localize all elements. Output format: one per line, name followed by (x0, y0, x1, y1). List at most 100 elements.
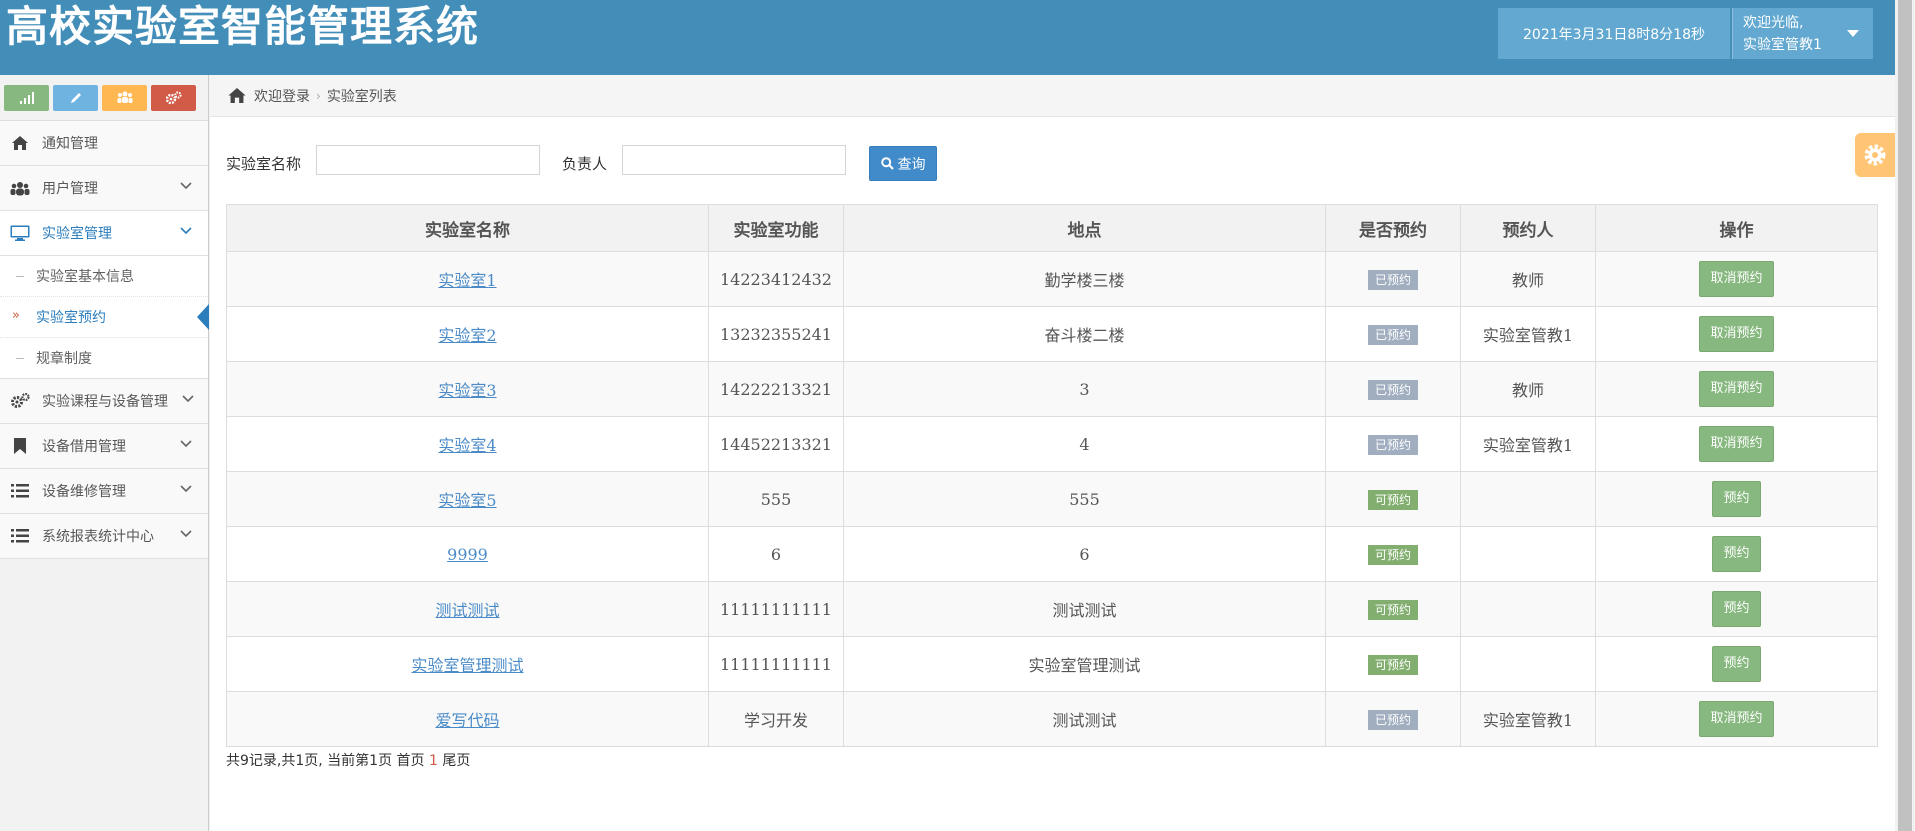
sidebar-item-label: 设备维修管理 (42, 484, 126, 500)
cell-name: 实验室4 (226, 416, 709, 472)
sidebar-item-notices[interactable]: 通知管理 (0, 121, 208, 166)
breadcrumb-home-link[interactable]: 欢迎登录 (254, 86, 310, 106)
cell-booker: 教师 (1460, 361, 1596, 417)
gear-icon (1864, 144, 1886, 166)
cell-name: 实验室3 (226, 361, 709, 417)
owner-label: 负责人 (562, 155, 608, 173)
status-badge: 已预约 (1367, 379, 1418, 400)
status-badge: 已预约 (1367, 709, 1418, 730)
cell-action: 取消预约 (1595, 691, 1878, 747)
cell-function: 6 (708, 526, 844, 582)
cancel-booking-button[interactable]: 取消预约 (1699, 371, 1774, 407)
column-header-function: 实验室功能 (708, 204, 844, 252)
lab-name-link[interactable]: 实验室4 (438, 436, 496, 455)
cell-status: 可预约 (1325, 581, 1461, 637)
cell-function: 14223412432 (708, 251, 844, 307)
user-name: 实验室管教1 (1743, 37, 1822, 53)
owner-input[interactable] (622, 145, 846, 175)
desktop-icon (10, 225, 30, 241)
chevron-down-icon (180, 440, 192, 448)
sidebar-subitem-rules[interactable]: 规章制度 (0, 337, 208, 378)
cell-name: 实验室管理测试 (226, 636, 709, 692)
cancel-booking-button[interactable]: 取消预约 (1699, 261, 1774, 297)
cancel-booking-button[interactable]: 取消预约 (1699, 426, 1774, 462)
status-badge: 可预约 (1367, 599, 1418, 620)
user-menu-toggle[interactable]: 欢迎光临, 实验室管教1 (1732, 8, 1873, 59)
cancel-booking-button[interactable]: 取消预约 (1699, 701, 1774, 737)
table-row: 9999 6 6 可预约 预约 (226, 526, 1878, 582)
sidebar-subitem-lab-info[interactable]: 实验室基本信息 (0, 256, 208, 296)
lab-name-link[interactable]: 9999 (447, 545, 488, 564)
column-header-name: 实验室名称 (226, 204, 709, 252)
search-icon (880, 157, 894, 170)
sidebar-item-labs[interactable]: 实验室管理 (0, 211, 208, 256)
cell-action: 取消预约 (1595, 361, 1878, 417)
table-row: 实验室1 14223412432 勤学楼三楼 已预约 教师 取消预约 (226, 251, 1878, 307)
book-button[interactable]: 预约 (1712, 536, 1761, 572)
lab-name-link[interactable]: 实验室管理测试 (411, 656, 523, 675)
sidebar-item-reports[interactable]: 系统报表统计中心 (0, 514, 208, 559)
status-badge: 已预约 (1367, 324, 1418, 345)
chevron-down-icon (180, 485, 192, 493)
sidebar-item-equipment-borrow[interactable]: 设备借用管理 (0, 424, 208, 469)
cell-name: 实验室5 (226, 471, 709, 527)
lab-name-link[interactable]: 测试测试 (435, 601, 499, 620)
book-button[interactable]: 预约 (1712, 646, 1761, 682)
clock-display: 2021年3月31日8时8分18秒 (1498, 8, 1730, 59)
cell-action: 取消预约 (1595, 251, 1878, 307)
cell-name: 测试测试 (226, 581, 709, 637)
shortcut-button-pencil[interactable] (53, 84, 98, 111)
pagination: 共9记录,共1页, 当前第1页 首页 1 尾页 (226, 750, 470, 770)
book-button[interactable]: 预约 (1712, 591, 1761, 627)
page-link-last[interactable]: 尾页 (442, 753, 470, 769)
column-header-location: 地点 (843, 204, 1326, 252)
column-header-booker: 预约人 (1460, 204, 1596, 252)
cell-booker (1460, 471, 1596, 527)
sidebar-item-label: 实验室管理 (42, 226, 112, 242)
caret-down-icon (1847, 30, 1859, 37)
table-header-row: 实验室名称 实验室功能 地点 是否预约 预约人 操作 (226, 204, 1878, 252)
chevron-down-icon (180, 182, 192, 190)
lab-name-input[interactable] (316, 145, 540, 175)
double-angle-right-icon: » (12, 308, 20, 323)
cell-action: 预约 (1595, 636, 1878, 692)
sidebar-item-equipment-repair[interactable]: 设备维修管理 (0, 469, 208, 514)
active-pointer (197, 304, 209, 330)
status-badge: 已预约 (1367, 269, 1418, 290)
tree-dash (16, 276, 24, 277)
book-button[interactable]: 预约 (1712, 481, 1761, 517)
group-icon (117, 91, 132, 103)
cell-booker: 实验室管教1 (1460, 691, 1596, 747)
page-link-current[interactable]: 1 (429, 753, 438, 769)
cell-action: 取消预约 (1595, 416, 1878, 472)
users-icon (10, 181, 30, 196)
cell-location: 勤学楼三楼 (843, 251, 1326, 307)
sidebar-subitem-lab-booking[interactable]: » 实验室预约 (0, 296, 209, 337)
lab-name-link[interactable]: 实验室1 (438, 271, 496, 290)
settings-toggle-button[interactable] (1855, 133, 1895, 177)
sidebar: 通知管理 用户管理 实验室管理 实验室基本信息 » 实验室预约 规章制度 实验课… (0, 75, 209, 831)
scrollbar-thumb[interactable] (1898, 0, 1912, 831)
table-row: 实验室5 555 555 可预约 预约 (226, 471, 1878, 527)
search-button[interactable]: 查询 (869, 146, 937, 181)
sidebar-item-courses-equipment[interactable]: 实验课程与设备管理 (0, 379, 208, 424)
status-badge: 可预约 (1367, 489, 1418, 510)
sidebar-item-label: 通知管理 (42, 136, 98, 152)
cell-booker (1460, 581, 1596, 637)
lab-name-link[interactable]: 实验室2 (438, 326, 496, 345)
labs-submenu: 实验室基本信息 » 实验室预约 规章制度 (0, 256, 209, 379)
table-row: 实验室2 13232355241 奋斗楼二楼 已预约 实验室管教1 取消预约 (226, 306, 1878, 362)
cancel-booking-button[interactable]: 取消预约 (1699, 316, 1774, 352)
lab-name-link[interactable]: 实验室3 (438, 381, 496, 400)
cell-booker (1460, 526, 1596, 582)
shortcut-button-group[interactable] (102, 84, 147, 111)
breadcrumb-current: 实验室列表 (326, 88, 397, 105)
lab-name-label: 实验室名称 (226, 155, 302, 173)
lab-name-link[interactable]: 实验室5 (438, 491, 496, 510)
bookmark-icon (10, 438, 30, 454)
shortcut-button-cogs[interactable] (151, 84, 196, 111)
sidebar-item-users[interactable]: 用户管理 (0, 166, 208, 211)
shortcut-button-signal[interactable] (4, 84, 49, 111)
cell-status: 可预约 (1325, 636, 1461, 692)
lab-name-link[interactable]: 爱写代码 (435, 711, 499, 730)
